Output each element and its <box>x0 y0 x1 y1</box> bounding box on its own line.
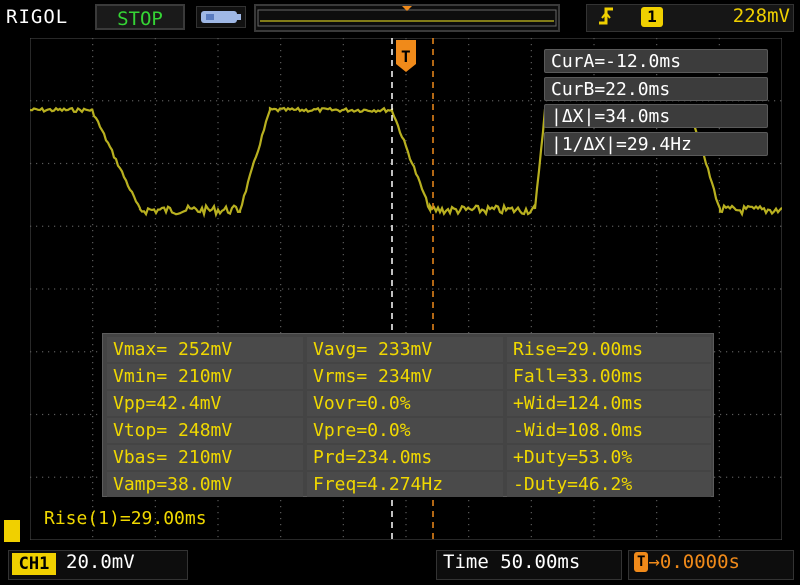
measurement-cell: Vpre=0.0% <box>307 418 503 443</box>
measurement-cell: Rise=29.00ms <box>507 337 711 362</box>
measurement-cell: Vmin= 210mV <box>107 364 303 389</box>
rise-readout: Rise(1)=29.00ms <box>44 508 207 529</box>
cursor-b-readout: CurB=22.0ms <box>544 77 768 101</box>
measurement-cell: Vpp=42.4mV <box>107 391 303 416</box>
cursor-a-readout: CurA=-12.0ms <box>544 49 768 73</box>
measurement-cell: -Wid=108.0ms <box>507 418 711 443</box>
measurement-cell: Vbas= 210mV <box>107 445 303 470</box>
measurement-cell: Vtop= 248mV <box>107 418 303 443</box>
trigger-channel-badge: 1 <box>641 7 663 27</box>
measurement-cell: Vrms= 234mV <box>307 364 503 389</box>
measurement-cell: +Duty=53.0% <box>507 445 711 470</box>
measurement-table: Vmax= 252mV Vavg= 233mV Rise=29.00ms Vmin= … <box>102 333 714 497</box>
rising-edge-icon <box>597 5 617 32</box>
measurement-cell: Vamp=38.0mV <box>107 472 303 497</box>
measurement-cell: Freq=4.274Hz <box>307 472 503 497</box>
memory-depth-icon <box>196 6 246 28</box>
trigger-offset-icon: T <box>634 552 649 572</box>
brand-logo: RIGOL <box>6 6 69 28</box>
arrow-right-icon: → <box>648 551 660 573</box>
measurement-cell: Vovr=0.0% <box>307 391 503 416</box>
timebase-readout: Time 50.00ms <box>443 551 581 573</box>
measurement-cell: Vavg= 233mV <box>307 337 503 362</box>
measurement-cell: Fall=33.00ms <box>507 364 711 389</box>
trigger-offset-value: 0.0000s <box>659 551 740 573</box>
measurement-cell: Prd=234.0ms <box>307 445 503 470</box>
measurement-cell: +Wid=124.0ms <box>507 391 711 416</box>
cursor-inverse-delta-readout: |1/ΔX|=29.4Hz <box>544 132 768 156</box>
run-stop-indicator[interactable]: STOP <box>95 4 185 30</box>
measurement-cell: -Duty=46.2% <box>507 472 711 497</box>
trigger-level: 228mV <box>732 5 790 27</box>
trigger-offset-readout: T →0.0000s <box>634 551 740 573</box>
measurement-cell: Vmax= 252mV <box>107 337 303 362</box>
cursor-delta-readout: |ΔX|=34.0ms <box>544 104 768 128</box>
waveform-memory-strip[interactable] <box>254 4 560 32</box>
ch1-ground-marker[interactable] <box>4 520 20 542</box>
ch1-badge[interactable]: CH1 <box>12 553 56 575</box>
svg-text:T: T <box>401 47 411 66</box>
ch1-volts-per-div: 20.0mV <box>66 551 135 573</box>
